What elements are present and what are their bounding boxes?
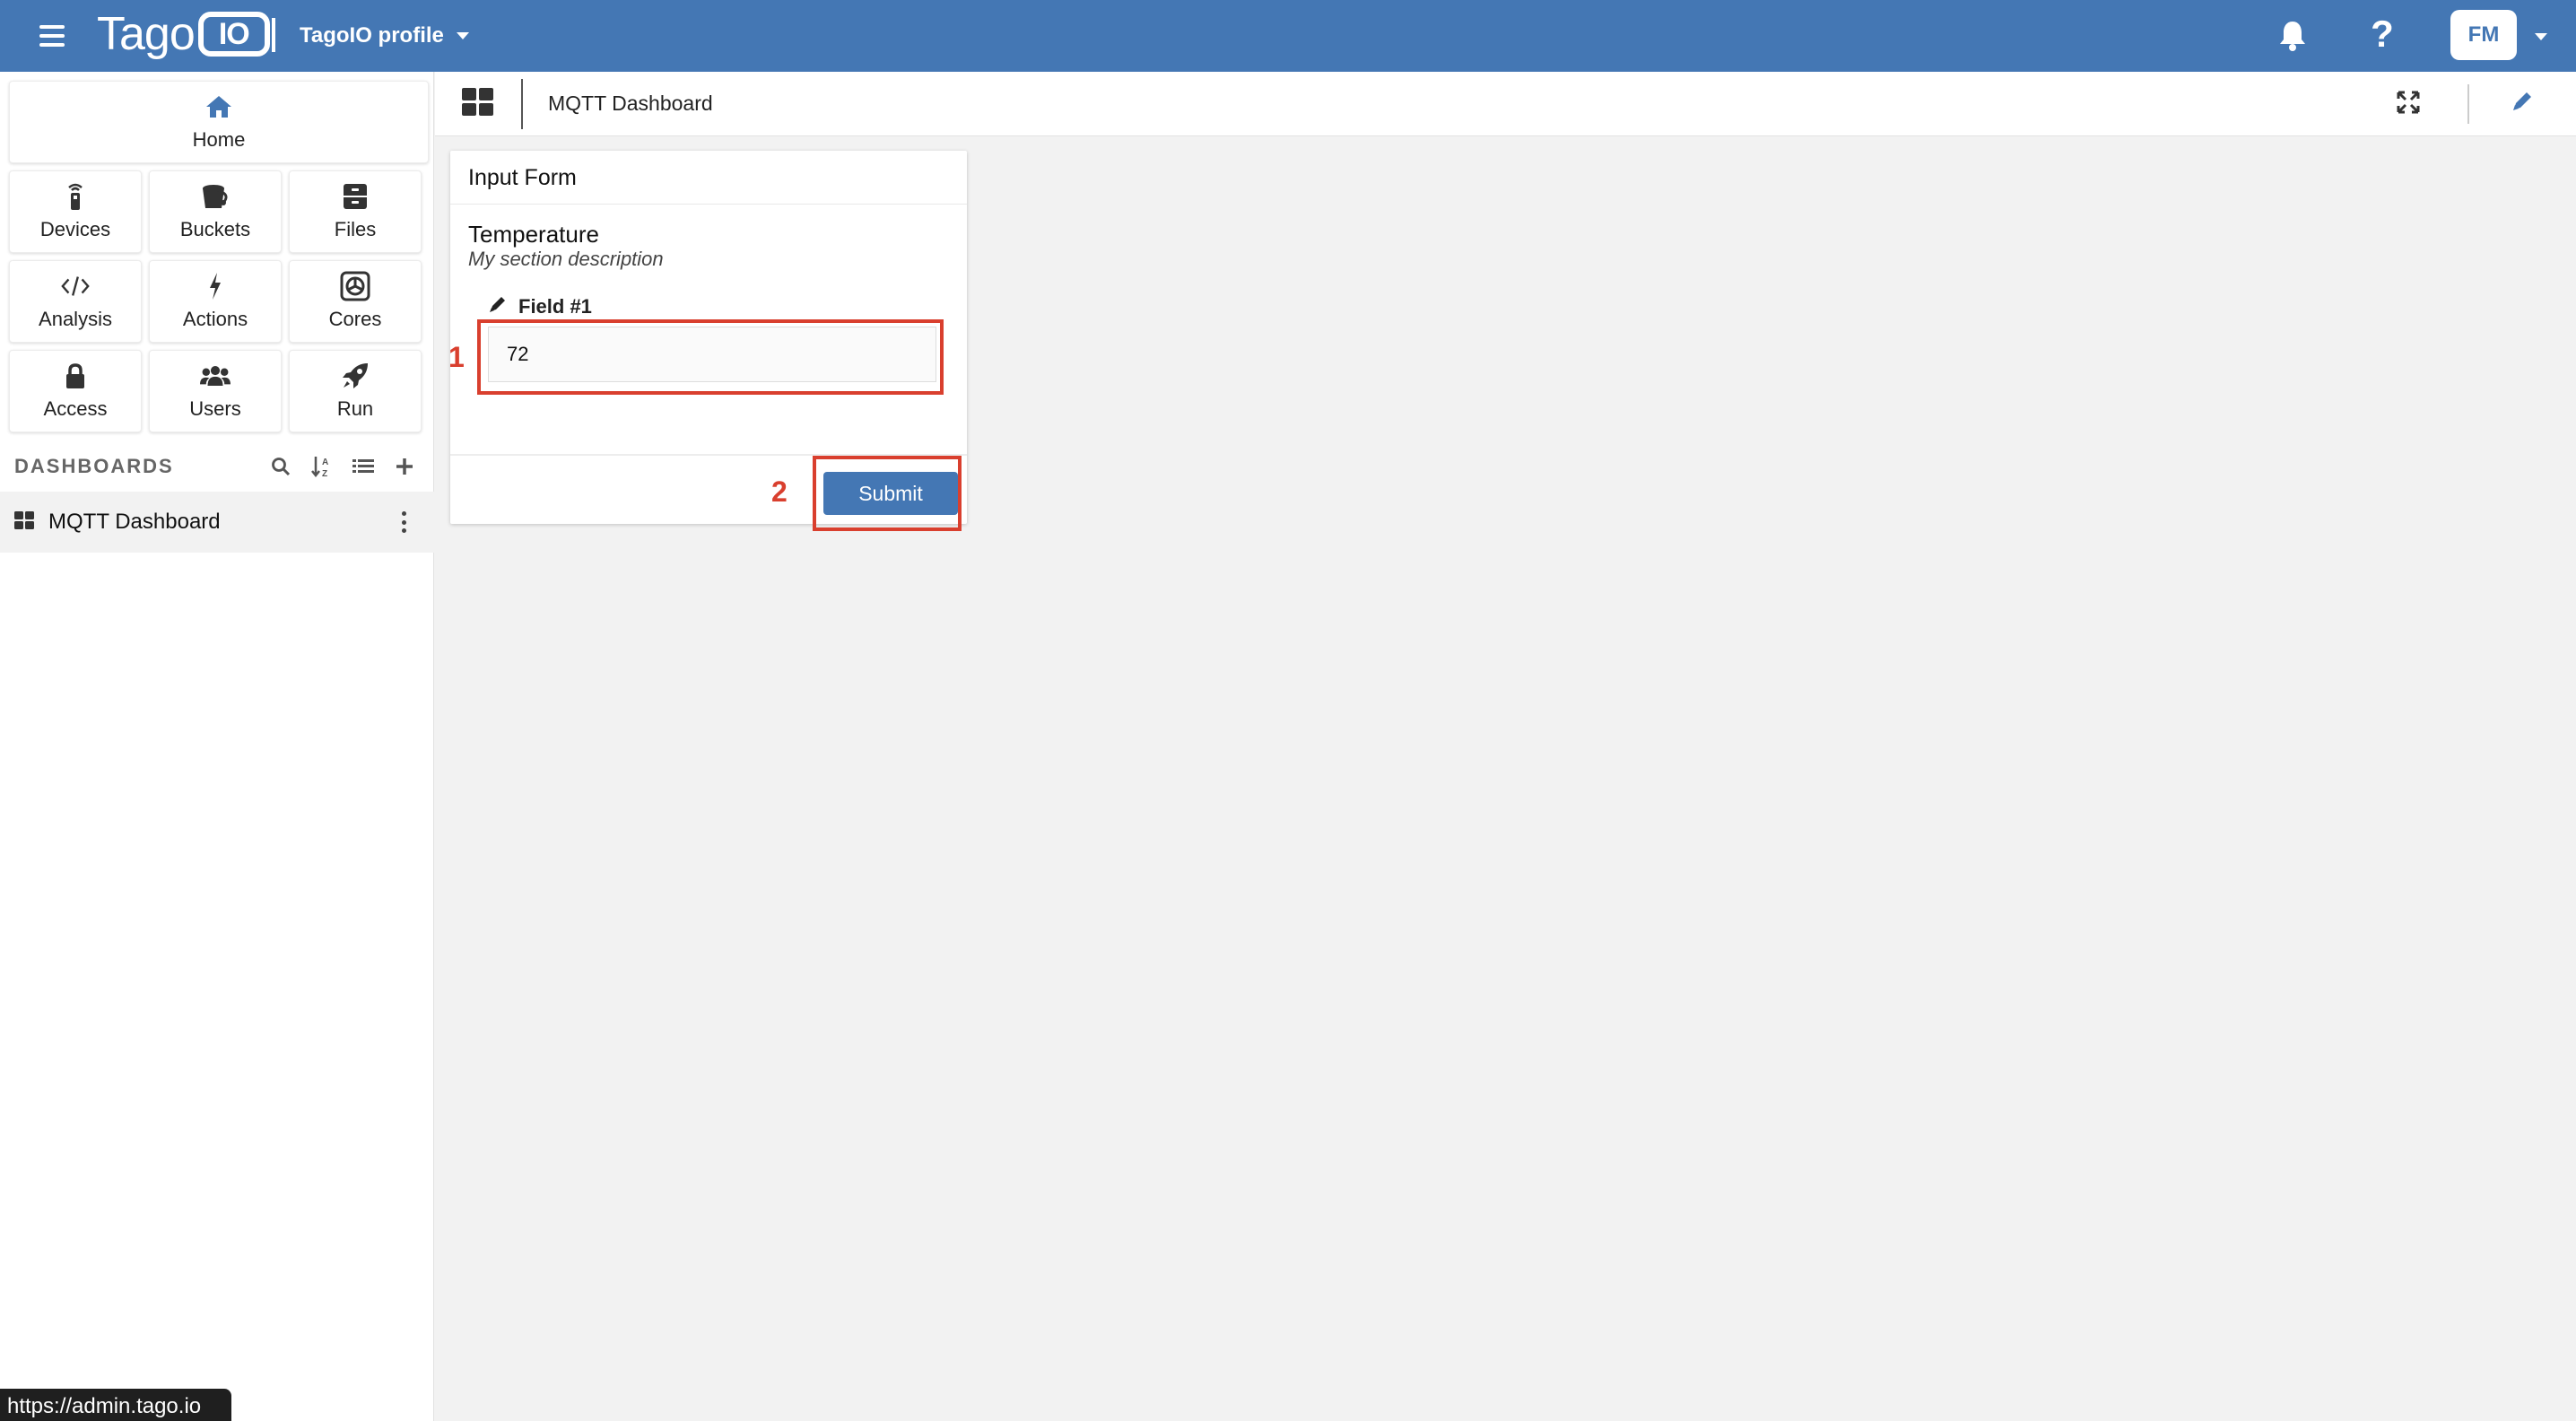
header-divider <box>2467 84 2469 124</box>
svg-text:Z: Z <box>322 469 327 478</box>
nav-label: Actions <box>182 308 248 330</box>
logo-divider <box>272 18 275 52</box>
plus-icon[interactable] <box>393 454 416 479</box>
search-icon[interactable] <box>269 454 292 479</box>
widget-title: Input Form <box>450 151 967 205</box>
nav-devices[interactable]: Devices <box>9 170 142 253</box>
annotation-box-1 <box>477 319 944 395</box>
bell-icon[interactable] <box>2275 18 2311 54</box>
hamburger-icon[interactable] <box>36 20 68 52</box>
nav-label: Users <box>189 397 241 420</box>
dashboard-header: MQTT Dashboard <box>435 72 2576 136</box>
pencil-icon <box>488 294 508 319</box>
dashboard-list-item[interactable]: MQTT Dashboard <box>0 492 434 553</box>
section-title: Temperature <box>468 221 599 248</box>
help-icon[interactable]: ? <box>2364 13 2400 56</box>
dashboards-toolbar: A Z <box>269 454 416 479</box>
dashboards-header: DASHBOARDS A Z <box>0 447 434 486</box>
list-icon[interactable] <box>352 454 375 479</box>
files-icon <box>340 182 370 211</box>
dashboard-item-label: MQTT Dashboard <box>48 510 221 534</box>
nav-label: Cores <box>328 308 382 330</box>
fullscreen-icon[interactable] <box>2396 90 2424 118</box>
annotation-number-2: 2 <box>771 475 788 508</box>
nav-label: Devices <box>39 218 111 240</box>
nav-run[interactable]: Run <box>289 350 422 432</box>
logo-badge: IO <box>197 12 270 57</box>
dashboard-grid-icon <box>14 510 34 534</box>
nav-actions[interactable]: Actions <box>149 260 282 343</box>
home-icon <box>204 92 234 121</box>
profile-selector[interactable]: TagoIO profile <box>300 18 469 54</box>
section-description: My section description <box>468 248 664 270</box>
svg-text:A: A <box>322 458 328 467</box>
nav-users[interactable]: Users <box>149 350 282 432</box>
nav-analysis[interactable]: Analysis <box>9 260 142 343</box>
annotation-box-2 <box>813 456 962 531</box>
logo-text: Tago <box>97 8 196 60</box>
sort-alpha-icon[interactable]: A Z <box>310 454 334 479</box>
chevron-down-icon[interactable] <box>2535 32 2547 41</box>
bucket-icon <box>200 182 231 211</box>
nav-home-label: Home <box>192 128 246 151</box>
nav-access[interactable]: Access <box>9 350 142 432</box>
dashboard-title: MQTT Dashboard <box>548 92 713 115</box>
avatar[interactable]: FM <box>2450 10 2517 60</box>
profile-label: TagoIO profile <box>300 23 444 48</box>
device-icon <box>60 182 91 211</box>
top-navbar: Tago IO TagoIO profile ? FM <box>0 0 2576 72</box>
tagoio-logo[interactable]: Tago IO <box>97 7 270 61</box>
nav-files[interactable]: Files <box>289 170 422 253</box>
grid-icon[interactable] <box>462 88 494 120</box>
rocket-icon <box>340 362 370 390</box>
chevron-down-icon <box>456 32 469 39</box>
logo-badge-text: IO <box>218 16 250 51</box>
field-label: Field #1 <box>488 294 592 319</box>
nav-cores[interactable]: Cores <box>289 260 422 343</box>
nav-home[interactable]: Home <box>9 81 429 163</box>
status-bar-url: https://admin.tago.io <box>0 1389 231 1421</box>
code-icon <box>60 272 91 301</box>
nav-label: Files <box>334 218 377 240</box>
users-icon <box>200 362 231 390</box>
nav-label: Analysis <box>39 308 112 330</box>
core-icon <box>340 271 370 301</box>
nav-label: Access <box>43 397 108 420</box>
dashboards-title: DASHBOARDS <box>14 455 174 477</box>
more-options-icon[interactable] <box>400 511 407 533</box>
header-divider <box>521 79 523 129</box>
lock-icon <box>60 362 91 390</box>
nav-label: Run <box>336 397 374 420</box>
sidebar: Home Devices Buckets Files Analysis Acti… <box>0 72 434 1421</box>
bolt-icon <box>200 272 231 301</box>
annotation-number-1: 1 <box>448 341 465 373</box>
pencil-icon[interactable] <box>2511 90 2539 118</box>
nav-buckets[interactable]: Buckets <box>149 170 282 253</box>
nav-label: Buckets <box>179 218 251 240</box>
field-label-text: Field #1 <box>518 295 592 318</box>
